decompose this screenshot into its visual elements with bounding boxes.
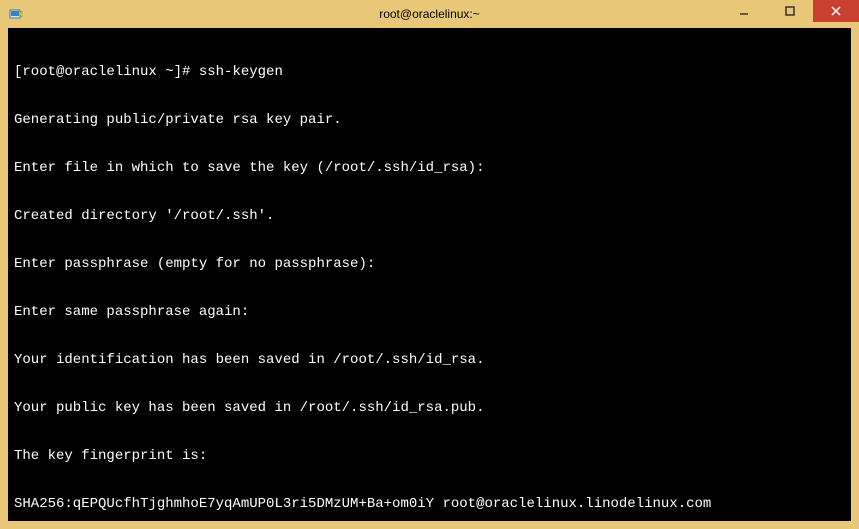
terminal-line: The key fingerprint is: bbox=[14, 448, 845, 464]
titlebar[interactable]: root@oraclelinux:~ bbox=[0, 0, 859, 28]
terminal-line: Your public key has been saved in /root/… bbox=[14, 400, 845, 416]
terminal-line: Your identification has been saved in /r… bbox=[14, 352, 845, 368]
close-button[interactable] bbox=[813, 0, 859, 22]
putty-icon bbox=[8, 6, 24, 22]
maximize-button[interactable] bbox=[767, 0, 813, 22]
terminal[interactable]: [root@oraclelinux ~]# ssh-keygen Generat… bbox=[8, 28, 851, 521]
terminal-line: Enter passphrase (empty for no passphras… bbox=[14, 256, 845, 272]
terminal-line: Generating public/private rsa key pair. bbox=[14, 112, 845, 128]
terminal-line: Created directory '/root/.ssh'. bbox=[14, 208, 845, 224]
minimize-button[interactable] bbox=[721, 0, 767, 22]
window-controls bbox=[721, 0, 859, 22]
terminal-line: Enter same passphrase again: bbox=[14, 304, 845, 320]
window-title: root@oraclelinux:~ bbox=[379, 7, 480, 21]
terminal-line: Enter file in which to save the key (/ro… bbox=[14, 160, 845, 176]
terminal-line: [root@oraclelinux ~]# ssh-keygen bbox=[14, 64, 845, 80]
terminal-line: SHA256:qEPQUcfhTjghmhoE7yqAmUP0L3ri5DMzU… bbox=[14, 496, 845, 512]
